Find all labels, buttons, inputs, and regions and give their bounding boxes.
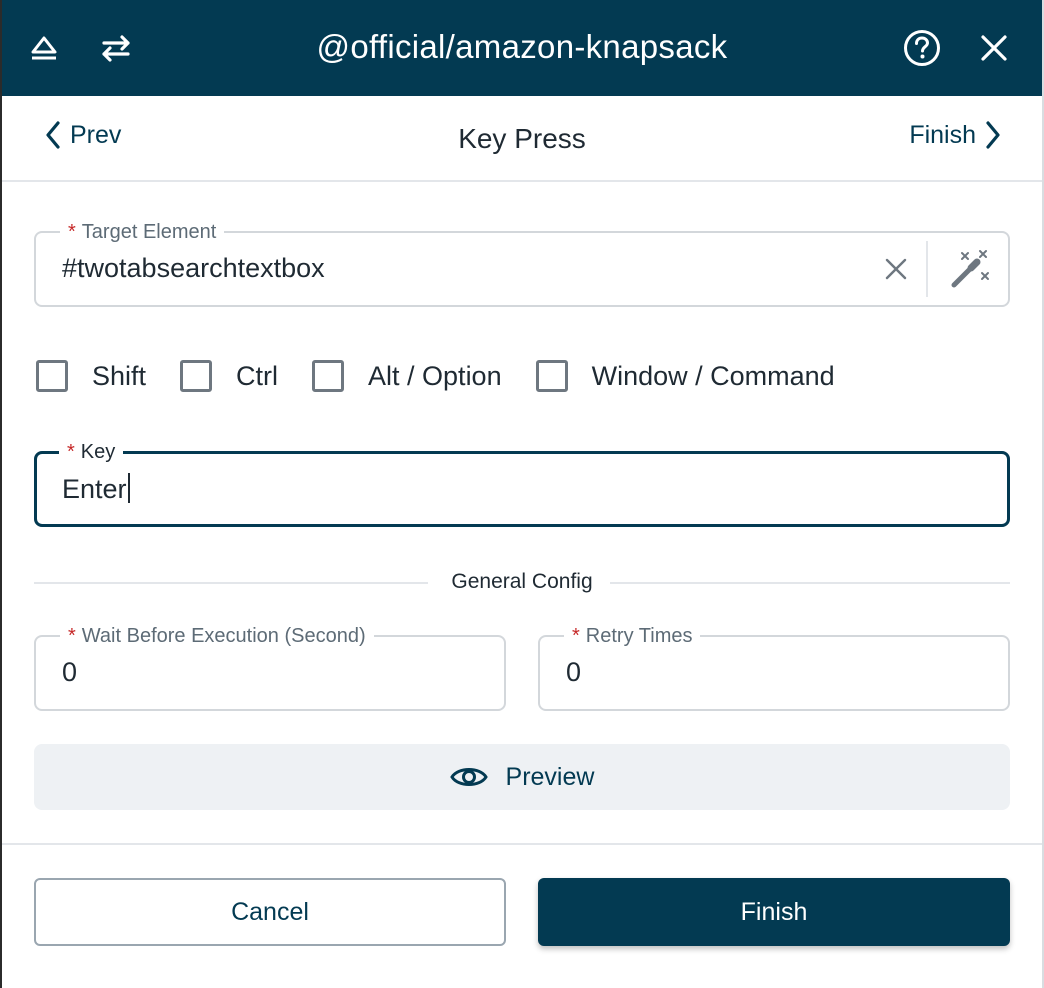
general-config-divider: General Config	[34, 570, 1010, 596]
step-navigation: Prev Key Press Finish	[2, 96, 1042, 182]
checkbox-label: Window / Command	[591, 360, 835, 391]
text-caret	[127, 473, 130, 503]
chevron-right-icon	[986, 121, 1000, 149]
footer-divider	[2, 843, 1042, 845]
app-header: @official/amazon-knapsack	[2, 0, 1042, 96]
preview-button[interactable]: Preview	[34, 744, 1010, 810]
checkbox-box[interactable]	[36, 360, 68, 392]
field-divider	[926, 241, 928, 297]
page-title: @official/amazon-knapsack	[316, 28, 728, 65]
key-input[interactable]: * Key Enter	[34, 439, 1010, 527]
retry-label: * Retry Times	[564, 623, 701, 649]
key-value: Enter	[62, 473, 130, 505]
modifier-checkboxes: Shift Ctrl Alt / Option Window / Command	[36, 360, 869, 392]
target-element-value: #twotabsearchtextbox	[62, 253, 325, 283]
checkbox-box[interactable]	[180, 360, 213, 392]
checkbox-window-command[interactable]: Window / Command	[535, 360, 835, 392]
preview-label: Preview	[505, 762, 595, 791]
checkbox-label: Ctrl	[236, 360, 279, 391]
checkbox-shift[interactable]: Shift	[36, 360, 146, 392]
checkbox-box[interactable]	[535, 360, 568, 392]
eye-icon	[449, 768, 488, 786]
clear-icon[interactable]	[880, 253, 912, 285]
close-icon[interactable]	[970, 24, 1018, 72]
wait-value: 0	[62, 657, 78, 687]
help-circle-icon[interactable]	[898, 24, 946, 72]
checkbox-box[interactable]	[312, 360, 345, 392]
magic-wand-icon[interactable]	[942, 245, 998, 293]
target-element-label: * Target Element	[60, 219, 225, 245]
cancel-button[interactable]: Cancel	[34, 878, 506, 946]
retry-value: 0	[566, 657, 582, 687]
retry-times-input[interactable]: * Retry Times 0	[538, 623, 1010, 711]
finish-button[interactable]: Finish	[538, 878, 1010, 946]
finish-nav-label: Finish	[909, 120, 976, 149]
key-label: * Key	[59, 439, 124, 465]
finish-nav-button[interactable]: Finish	[909, 120, 1002, 150]
checkbox-label: Alt / Option	[368, 360, 502, 391]
wait-label: * Wait Before Execution (Second)	[60, 623, 374, 649]
target-element-field[interactable]: * Target Element #twotabsearchtextbox	[34, 219, 1010, 307]
checkbox-label: Shift	[92, 360, 147, 391]
checkbox-ctrl[interactable]: Ctrl	[180, 360, 278, 392]
wait-before-execution-input[interactable]: * Wait Before Execution (Second) 0	[34, 623, 506, 711]
step-title: Key Press	[458, 123, 586, 154]
checkbox-alt-option[interactable]: Alt / Option	[312, 360, 502, 392]
